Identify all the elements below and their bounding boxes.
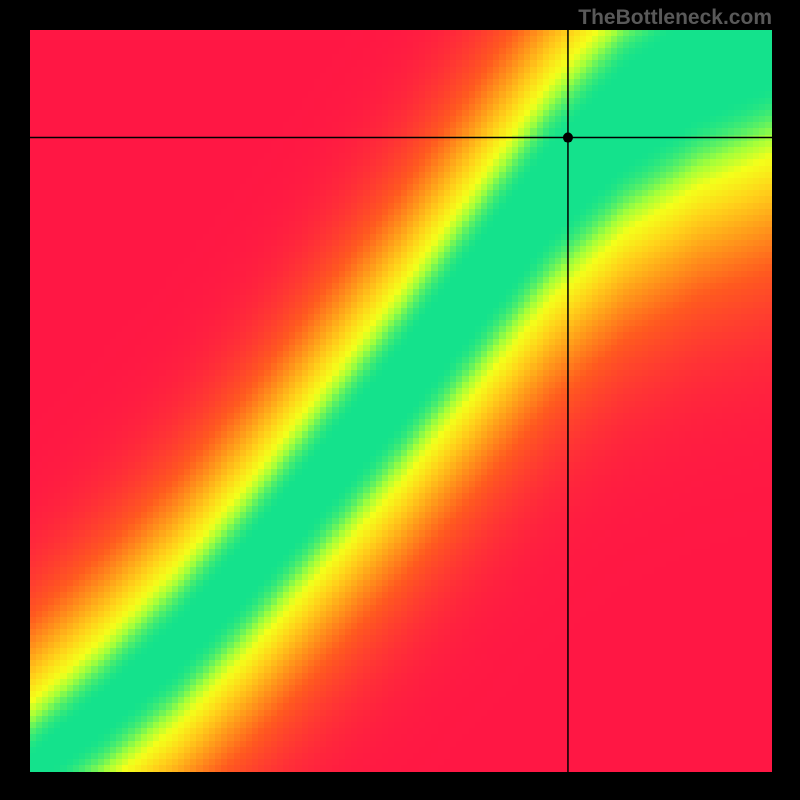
- chart-container: TheBottleneck.com: [0, 0, 800, 800]
- watermark-text: TheBottleneck.com: [578, 6, 772, 30]
- bottleneck-heatmap: [30, 30, 772, 772]
